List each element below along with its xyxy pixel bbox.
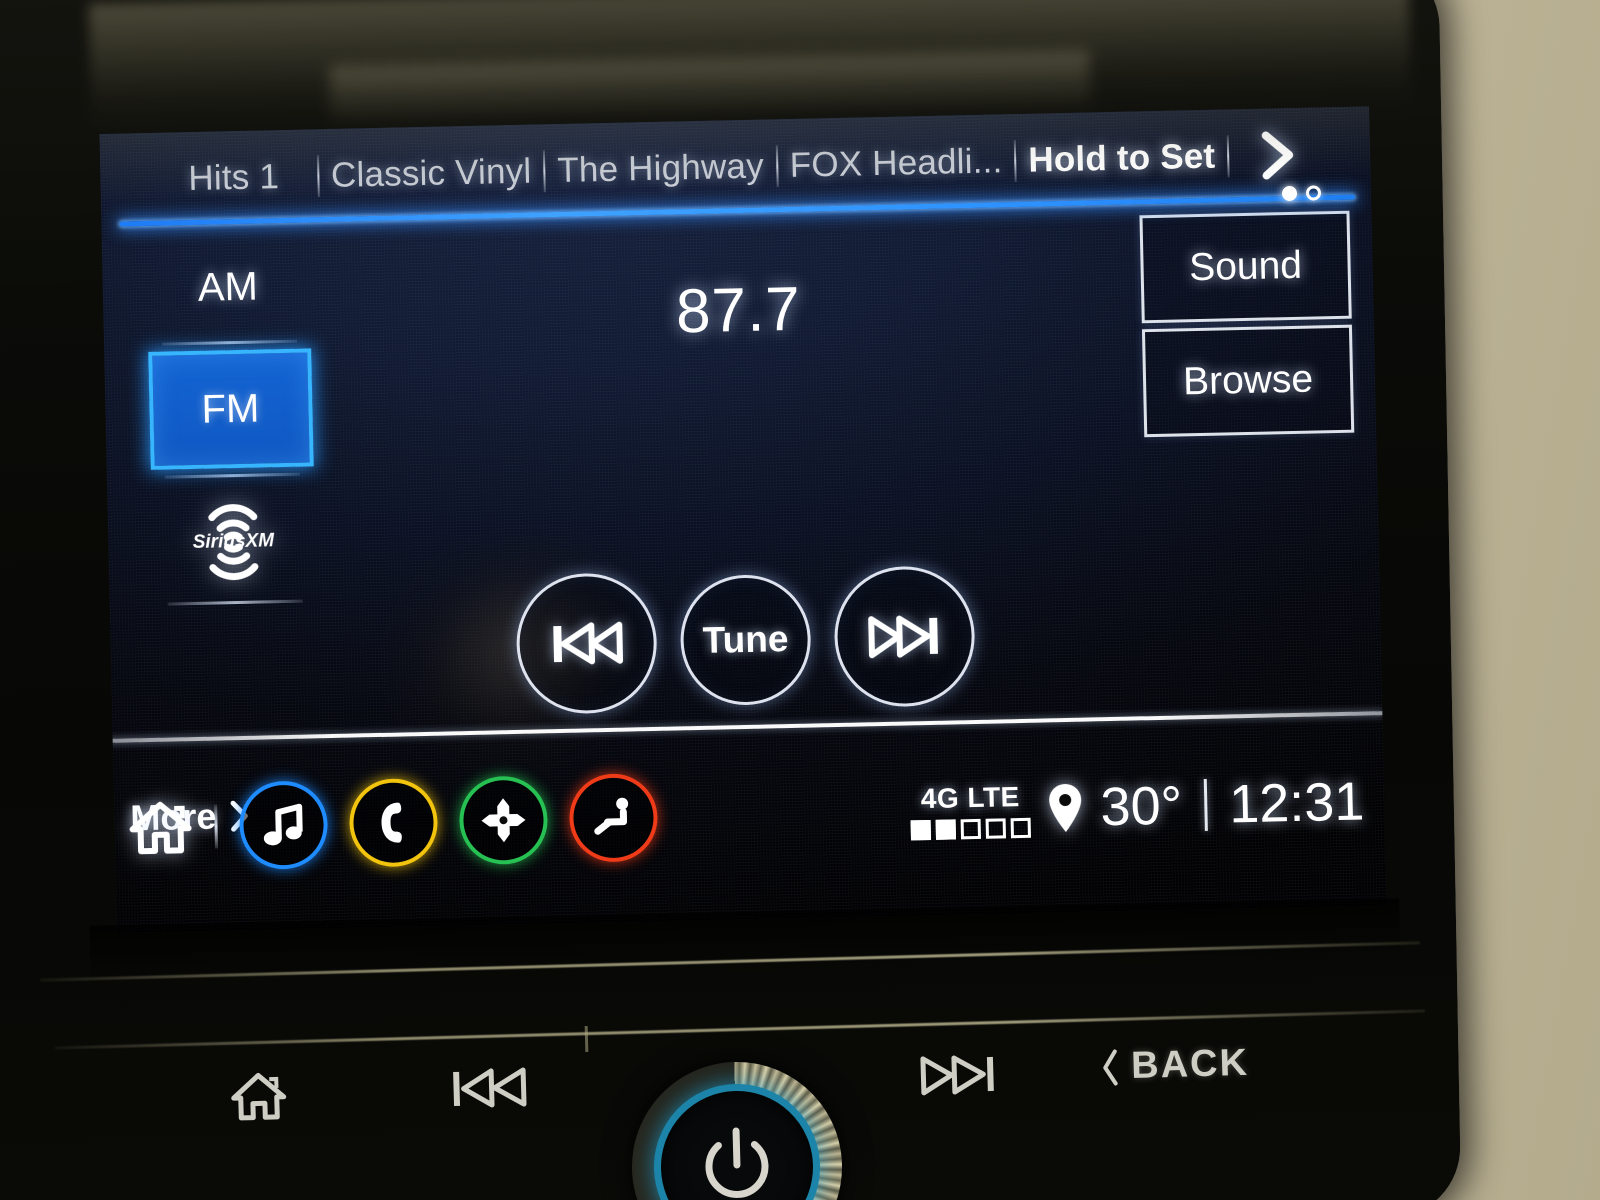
app-phone-button[interactable] [348, 777, 439, 868]
band-fm[interactable]: FM [147, 348, 314, 470]
home-icon[interactable] [128, 798, 193, 857]
hold-to-set-label[interactable]: Hold to Set [1028, 137, 1216, 181]
previous-station-button[interactable] [515, 571, 659, 715]
clock-readout: 12:31 [1228, 771, 1365, 835]
hardware-next-button[interactable] [919, 1049, 1000, 1101]
signal-bar [910, 819, 932, 840]
svg-text:SiriusXM: SiriusXM [192, 530, 275, 553]
preset-divider [542, 150, 546, 193]
signal-bar [935, 818, 957, 840]
next-station-button[interactable] [833, 564, 977, 709]
band-divider [167, 599, 303, 606]
hardware-back-button[interactable]: BACK [1099, 1042, 1250, 1089]
signal-bar [1010, 817, 1032, 838]
preset-divider [1226, 135, 1230, 178]
preset-item-2[interactable]: Classic Vinyl [331, 152, 532, 196]
infotainment-screen[interactable]: Hits 1 Classic Vinyl The Highway FOX Hea… [99, 106, 1387, 934]
temperature-readout: 30° [1099, 775, 1183, 838]
skip-forward-icon [868, 615, 938, 659]
band-divider [164, 472, 300, 479]
siriusxm-logo-icon: SiriusXM [192, 504, 275, 581]
browse-button[interactable]: Browse [1141, 324, 1355, 438]
compass-icon [481, 798, 526, 843]
skip-forward-icon [920, 1055, 994, 1096]
preset-bar: Hits 1 Classic Vinyl The Highway FOX Hea… [100, 114, 1371, 220]
band-siriusxm[interactable]: SiriusXM [167, 482, 299, 597]
music-note-icon [263, 803, 303, 846]
tune-label: Tune [702, 618, 789, 661]
hardware-previous-button[interactable] [449, 1062, 530, 1114]
skip-back-icon [453, 1067, 527, 1108]
skip-back-icon [553, 621, 624, 665]
seat-icon [594, 797, 629, 835]
phone-icon [381, 802, 402, 843]
preset-divider [1013, 139, 1017, 182]
taskbar-apps [114, 772, 659, 873]
taskbar-divider-small [214, 804, 219, 849]
power-icon [705, 1127, 769, 1198]
network-label: 4G LTE [920, 780, 1021, 814]
band-fm-label: FM [201, 386, 260, 432]
dashboard-photo: Hits 1 Classic Vinyl The Highway FOX Hea… [0, 0, 1600, 1200]
app-navigation-button[interactable] [458, 775, 549, 866]
page-indicator [1281, 185, 1322, 202]
preset-item-1[interactable]: Hits 1 [188, 157, 280, 199]
home-icon [231, 1072, 287, 1121]
chevron-left-icon [1099, 1047, 1122, 1088]
tune-button[interactable]: Tune [679, 573, 813, 707]
status-area: 4G LTE 30° 12:31 [910, 770, 1385, 842]
taskbar: 4G LTE 30° 12:31 [113, 731, 1386, 899]
page-dot[interactable] [1305, 185, 1322, 201]
app-audio-button[interactable] [238, 780, 329, 871]
page-dot-active[interactable] [1281, 185, 1298, 202]
preset-divider [775, 145, 779, 188]
signal-bar [960, 818, 982, 839]
map-pin-icon [1046, 782, 1085, 835]
preset-divider [316, 155, 320, 198]
network-status: 4G LTE [910, 780, 1032, 840]
chevron-right-icon[interactable] [1257, 129, 1300, 182]
app-climate-button[interactable] [568, 772, 659, 863]
signal-bar [985, 817, 1007, 839]
sound-button[interactable]: Sound [1139, 210, 1352, 324]
status-divider [1203, 778, 1208, 832]
transport-controls: Tune [515, 564, 977, 715]
preset-item-4[interactable]: FOX Headli... [789, 141, 1002, 186]
hardware-back-label: BACK [1130, 1041, 1250, 1088]
hardware-home-button[interactable] [229, 1069, 288, 1125]
knob-face[interactable] [651, 1081, 823, 1200]
signal-bars [910, 817, 1032, 840]
side-button-group: Sound Browse [1139, 210, 1355, 438]
preset-item-3[interactable]: The Highway [557, 146, 764, 190]
